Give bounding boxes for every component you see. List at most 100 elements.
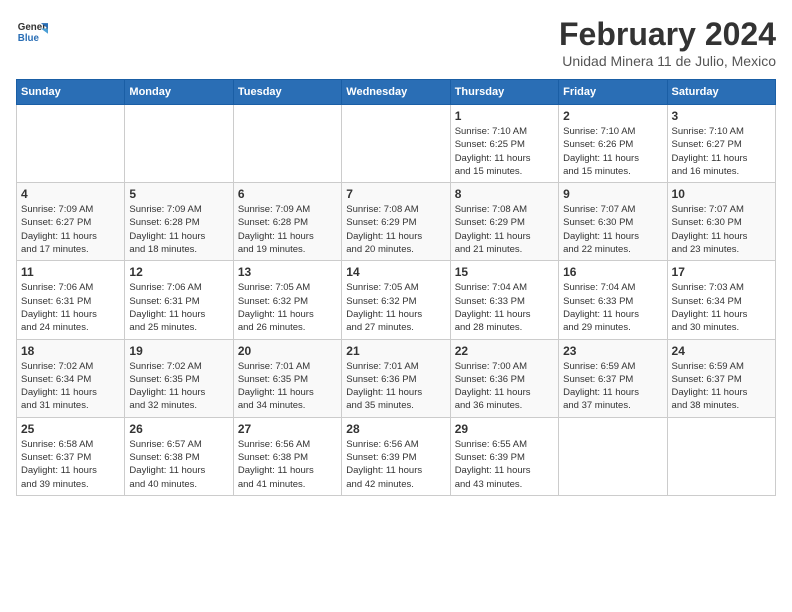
day-info: Sunrise: 7:04 AMSunset: 6:33 PMDaylight:… — [563, 281, 662, 334]
day-number: 4 — [21, 187, 120, 201]
day-info: Sunrise: 6:58 AMSunset: 6:37 PMDaylight:… — [21, 438, 120, 491]
calendar-cell: 18 Sunrise: 7:02 AMSunset: 6:34 PMDayligh… — [17, 339, 125, 417]
day-number: 14 — [346, 265, 445, 279]
day-info: Sunrise: 6:56 AMSunset: 6:39 PMDaylight:… — [346, 438, 445, 491]
day-number: 1 — [455, 109, 554, 123]
day-info: Sunrise: 6:57 AMSunset: 6:38 PMDaylight:… — [129, 438, 228, 491]
week-row-3: 11 Sunrise: 7:06 AMSunset: 6:31 PMDayligh… — [17, 261, 776, 339]
day-number: 18 — [21, 344, 120, 358]
day-number: 10 — [672, 187, 771, 201]
calendar-cell: 27 Sunrise: 6:56 AMSunset: 6:38 PMDayligh… — [233, 417, 341, 495]
header-row: SundayMondayTuesdayWednesdayThursdayFrid… — [17, 80, 776, 105]
calendar-cell: 10 Sunrise: 7:07 AMSunset: 6:30 PMDayligh… — [667, 183, 775, 261]
day-info: Sunrise: 7:07 AMSunset: 6:30 PMDaylight:… — [672, 203, 771, 256]
day-info: Sunrise: 7:05 AMSunset: 6:32 PMDaylight:… — [238, 281, 337, 334]
calendar-cell: 13 Sunrise: 7:05 AMSunset: 6:32 PMDayligh… — [233, 261, 341, 339]
calendar-cell: 9 Sunrise: 7:07 AMSunset: 6:30 PMDaylight… — [559, 183, 667, 261]
day-header-friday: Friday — [559, 80, 667, 105]
calendar-cell: 17 Sunrise: 7:03 AMSunset: 6:34 PMDayligh… — [667, 261, 775, 339]
week-row-4: 18 Sunrise: 7:02 AMSunset: 6:34 PMDayligh… — [17, 339, 776, 417]
day-number: 17 — [672, 265, 771, 279]
day-info: Sunrise: 7:09 AMSunset: 6:27 PMDaylight:… — [21, 203, 120, 256]
calendar-cell: 22 Sunrise: 7:00 AMSunset: 6:36 PMDayligh… — [450, 339, 558, 417]
calendar-cell: 4 Sunrise: 7:09 AMSunset: 6:27 PMDaylight… — [17, 183, 125, 261]
month-title: February 2024 — [559, 16, 776, 53]
day-header-thursday: Thursday — [450, 80, 558, 105]
day-info: Sunrise: 6:59 AMSunset: 6:37 PMDaylight:… — [563, 360, 662, 413]
calendar-cell: 29 Sunrise: 6:55 AMSunset: 6:39 PMDayligh… — [450, 417, 558, 495]
calendar-header: SundayMondayTuesdayWednesdayThursdayFrid… — [17, 80, 776, 105]
day-header-wednesday: Wednesday — [342, 80, 450, 105]
day-number: 5 — [129, 187, 228, 201]
calendar-cell: 14 Sunrise: 7:05 AMSunset: 6:32 PMDayligh… — [342, 261, 450, 339]
day-info: Sunrise: 7:10 AMSunset: 6:26 PMDaylight:… — [563, 125, 662, 178]
day-info: Sunrise: 7:06 AMSunset: 6:31 PMDaylight:… — [21, 281, 120, 334]
calendar-cell: 8Sunrise: 7:08 AMSunset: 6:29 PMDaylight… — [450, 183, 558, 261]
day-number: 25 — [21, 422, 120, 436]
calendar-cell — [233, 105, 341, 183]
calendar-cell: 7 Sunrise: 7:08 AMSunset: 6:29 PMDaylight… — [342, 183, 450, 261]
day-info: Sunrise: 7:00 AMSunset: 6:36 PMDaylight:… — [455, 360, 554, 413]
week-row-2: 4 Sunrise: 7:09 AMSunset: 6:27 PMDaylight… — [17, 183, 776, 261]
calendar-cell: 16Sunrise: 7:04 AMSunset: 6:33 PMDayligh… — [559, 261, 667, 339]
calendar-cell — [342, 105, 450, 183]
day-number: 21 — [346, 344, 445, 358]
day-number: 15 — [455, 265, 554, 279]
calendar-cell — [559, 417, 667, 495]
day-info: Sunrise: 7:04 AMSunset: 6:33 PMDaylight:… — [455, 281, 554, 334]
day-number: 20 — [238, 344, 337, 358]
day-number: 11 — [21, 265, 120, 279]
calendar-body: 1 Sunrise: 7:10 AMSunset: 6:25 PMDaylight… — [17, 105, 776, 496]
day-number: 7 — [346, 187, 445, 201]
calendar-cell: 21 Sunrise: 7:01 AMSunset: 6:36 PMDayligh… — [342, 339, 450, 417]
svg-text:Blue: Blue — [18, 33, 40, 44]
day-number: 27 — [238, 422, 337, 436]
day-info: Sunrise: 7:02 AMSunset: 6:35 PMDaylight:… — [129, 360, 228, 413]
calendar-cell: 3Sunrise: 7:10 AMSunset: 6:27 PMDaylight… — [667, 105, 775, 183]
calendar-cell: 26 Sunrise: 6:57 AMSunset: 6:38 PMDayligh… — [125, 417, 233, 495]
day-header-sunday: Sunday — [17, 80, 125, 105]
day-number: 24 — [672, 344, 771, 358]
calendar-cell — [667, 417, 775, 495]
calendar-cell: 15 Sunrise: 7:04 AMSunset: 6:33 PMDayligh… — [450, 261, 558, 339]
calendar-table: SundayMondayTuesdayWednesdayThursdayFrid… — [16, 79, 776, 496]
calendar-cell — [125, 105, 233, 183]
day-info: Sunrise: 7:07 AMSunset: 6:30 PMDaylight:… — [563, 203, 662, 256]
day-number: 2 — [563, 109, 662, 123]
day-info: Sunrise: 7:06 AMSunset: 6:31 PMDaylight:… — [129, 281, 228, 334]
calendar-cell: 6Sunrise: 7:09 AMSunset: 6:28 PMDaylight… — [233, 183, 341, 261]
day-info: Sunrise: 7:05 AMSunset: 6:32 PMDaylight:… — [346, 281, 445, 334]
day-number: 29 — [455, 422, 554, 436]
day-number: 13 — [238, 265, 337, 279]
day-number: 28 — [346, 422, 445, 436]
day-header-monday: Monday — [125, 80, 233, 105]
day-info: Sunrise: 7:01 AMSunset: 6:36 PMDaylight:… — [346, 360, 445, 413]
logo-icon: General Blue — [16, 16, 48, 48]
day-info: Sunrise: 7:08 AMSunset: 6:29 PMDaylight:… — [346, 203, 445, 256]
day-header-tuesday: Tuesday — [233, 80, 341, 105]
day-info: Sunrise: 6:55 AMSunset: 6:39 PMDaylight:… — [455, 438, 554, 491]
calendar-cell: 12 Sunrise: 7:06 AMSunset: 6:31 PMDayligh… — [125, 261, 233, 339]
day-info: Sunrise: 6:59 AMSunset: 6:37 PMDaylight:… — [672, 360, 771, 413]
calendar-cell: 19Sunrise: 7:02 AMSunset: 6:35 PMDayligh… — [125, 339, 233, 417]
calendar-cell: 1 Sunrise: 7:10 AMSunset: 6:25 PMDaylight… — [450, 105, 558, 183]
calendar-cell — [17, 105, 125, 183]
week-row-1: 1 Sunrise: 7:10 AMSunset: 6:25 PMDaylight… — [17, 105, 776, 183]
day-info: Sunrise: 7:02 AMSunset: 6:34 PMDaylight:… — [21, 360, 120, 413]
day-number: 12 — [129, 265, 228, 279]
calendar-cell: 25 Sunrise: 6:58 AMSunset: 6:37 PMDayligh… — [17, 417, 125, 495]
day-number: 22 — [455, 344, 554, 358]
day-info: Sunrise: 7:09 AMSunset: 6:28 PMDaylight:… — [238, 203, 337, 256]
calendar-cell: 28 Sunrise: 6:56 AMSunset: 6:39 PMDayligh… — [342, 417, 450, 495]
day-info: Sunrise: 7:10 AMSunset: 6:25 PMDaylight:… — [455, 125, 554, 178]
day-info: Sunrise: 6:56 AMSunset: 6:38 PMDaylight:… — [238, 438, 337, 491]
day-number: 9 — [563, 187, 662, 201]
title-block: February 2024 Unidad Minera 11 de Julio,… — [559, 16, 776, 69]
page-header: General Blue February 2024 Unidad Minera… — [16, 16, 776, 69]
calendar-cell: 20Sunrise: 7:01 AMSunset: 6:35 PMDayligh… — [233, 339, 341, 417]
day-info: Sunrise: 7:03 AMSunset: 6:34 PMDaylight:… — [672, 281, 771, 334]
calendar-cell: 24 Sunrise: 6:59 AMSunset: 6:37 PMDayligh… — [667, 339, 775, 417]
day-info: Sunrise: 7:09 AMSunset: 6:28 PMDaylight:… — [129, 203, 228, 256]
day-number: 26 — [129, 422, 228, 436]
calendar-cell: 23Sunrise: 6:59 AMSunset: 6:37 PMDayligh… — [559, 339, 667, 417]
